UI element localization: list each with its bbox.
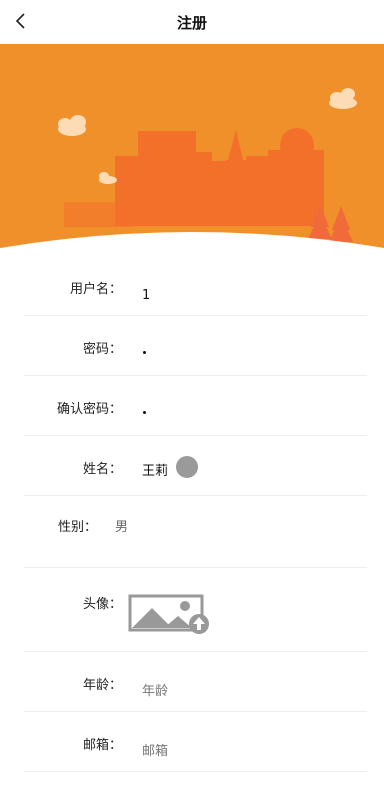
username-row: 用户名： xyxy=(24,256,367,316)
age-label: 年龄： xyxy=(82,678,122,693)
gender-selector[interactable]: 男 xyxy=(115,516,315,535)
username-label: 用户名： xyxy=(69,282,122,297)
gender-row: 性别： 男 xyxy=(24,496,367,568)
avatar-row: 头像： xyxy=(24,568,367,652)
register-form: 用户名： 密码： 确认密码： 姓名： 王莉 性别： 男 头像： xyxy=(0,256,384,772)
header-banner xyxy=(0,44,384,256)
avatar-label: 头像： xyxy=(82,597,122,612)
age-row: 年龄： xyxy=(24,652,367,712)
nav-bar: 注册 xyxy=(0,0,384,44)
city-illustration xyxy=(0,44,384,256)
email-row: 邮箱： xyxy=(24,712,367,772)
gender-label: 性别： xyxy=(57,520,97,535)
page-title: 注册 xyxy=(176,13,207,32)
email-label: 邮箱： xyxy=(82,738,122,753)
confirm-password-label: 确认密码： xyxy=(56,402,122,417)
name-input[interactable]: 王莉 xyxy=(142,460,342,479)
age-input[interactable] xyxy=(142,682,342,700)
image-upload-icon[interactable] xyxy=(128,594,212,636)
chevron-left-icon xyxy=(15,13,25,29)
email-input[interactable] xyxy=(142,742,342,760)
register-page: 注册 用户名： 1 密码： 确认密码： 姓名： 王莉 性别： 男 头像： 年龄：… xyxy=(0,0,384,792)
name-label: 姓名： xyxy=(82,462,122,477)
username-input[interactable] xyxy=(142,286,342,304)
back-button[interactable] xyxy=(6,6,36,36)
confirm-password-input[interactable] xyxy=(143,411,146,414)
name-row: 姓名： 王莉 xyxy=(24,436,367,496)
password-input[interactable] xyxy=(143,351,146,354)
clear-circle-icon[interactable] xyxy=(176,456,198,478)
password-label: 密码： xyxy=(82,342,122,357)
confirm-password-row: 确认密码： xyxy=(24,376,367,436)
password-row: 密码： xyxy=(24,316,367,376)
